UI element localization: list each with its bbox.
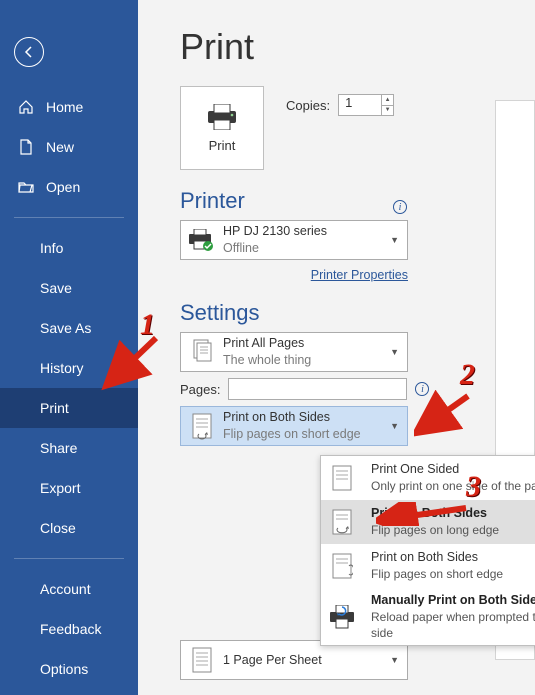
copies-input[interactable]: 1 ▲ ▼ — [338, 94, 394, 116]
nav-label: Feedback — [40, 621, 101, 637]
printer-icon — [205, 104, 239, 130]
duplex-sub: Flip pages on short edge — [223, 426, 361, 443]
document-icon — [18, 139, 34, 155]
nav-save[interactable]: Save — [0, 268, 138, 308]
option-title: Print One Sided — [371, 461, 535, 478]
copies-value: 1 — [345, 95, 352, 110]
nav-label: Info — [40, 240, 63, 256]
print-what-sub: The whole thing — [223, 352, 311, 369]
nav-new[interactable]: New — [0, 127, 138, 167]
spinner-down-icon[interactable]: ▼ — [381, 106, 393, 116]
settings-section-title: Settings — [180, 300, 535, 326]
page-single-icon — [327, 463, 357, 493]
option-sub: Reload paper when prompted to print the … — [371, 609, 535, 641]
nav-label: Export — [40, 480, 80, 496]
printer-manual-icon — [327, 602, 357, 632]
duplex-selector[interactable]: Print on Both Sides Flip pages on short … — [180, 406, 408, 446]
option-title: Print on Both Sides — [371, 549, 503, 566]
nav-print[interactable]: Print — [0, 388, 138, 428]
pages-label: Pages: — [180, 382, 220, 397]
nav-save-as[interactable]: Save As — [0, 308, 138, 348]
printer-info-icon[interactable]: i — [393, 200, 407, 214]
duplex-option-short-edge[interactable]: Print on Both Sides Flip pages on short … — [321, 544, 535, 588]
printer-properties-link[interactable]: Printer Properties — [180, 268, 408, 282]
printer-status: Offline — [223, 240, 327, 257]
home-icon — [18, 99, 34, 115]
back-button[interactable] — [14, 37, 44, 67]
nav-separator — [14, 558, 124, 559]
duplex-option-manual[interactable]: Manually Print on Both Sides Reload pape… — [321, 588, 535, 645]
nav-feedback[interactable]: Feedback — [0, 609, 138, 649]
nav-label: Open — [46, 179, 80, 195]
nav-label: Save — [40, 280, 72, 296]
nav-home[interactable]: Home — [0, 87, 138, 127]
nav-options[interactable]: Options — [0, 649, 138, 689]
nav-info[interactable]: Info — [0, 228, 138, 268]
nav-export[interactable]: Export — [0, 468, 138, 508]
nav-label: Print — [40, 400, 69, 416]
annotation-badge-2: 2 — [460, 358, 475, 392]
duplex-option-one-sided[interactable]: Print One Sided Only print on one side o… — [321, 456, 535, 500]
page-per-sheet-icon — [187, 645, 217, 675]
chevron-down-icon: ▼ — [390, 235, 399, 245]
copies-spinner[interactable]: ▲ ▼ — [381, 95, 393, 115]
option-title: Manually Print on Both Sides — [371, 592, 535, 609]
nav-open[interactable]: Open — [0, 167, 138, 207]
print-what-title: Print All Pages — [223, 335, 311, 352]
nav-close[interactable]: Close — [0, 508, 138, 548]
pages-info-icon[interactable]: i — [415, 382, 429, 396]
folder-open-icon — [18, 179, 34, 195]
printer-status-icon — [187, 225, 217, 255]
pages-stack-icon — [187, 337, 217, 367]
flip-long-edge-icon — [327, 507, 357, 537]
annotation-badge-1: 1 — [140, 308, 155, 342]
page-title: Print — [180, 26, 535, 68]
nav-history[interactable]: History — [0, 348, 138, 388]
option-title: Print on Both Sides — [371, 505, 499, 522]
printer-section-title: Printer — [180, 188, 245, 214]
printer-selector[interactable]: HP DJ 2130 series Offline ▼ — [180, 220, 408, 260]
print-panel: Print Print Copies: 1 ▲ ▼ — [138, 0, 535, 695]
printer-name: HP DJ 2130 series — [223, 223, 327, 240]
chevron-down-icon: ▼ — [390, 655, 399, 665]
annotation-badge-3: 3 — [466, 470, 481, 504]
nav-label: Options — [40, 661, 88, 677]
duplex-icon — [187, 411, 217, 441]
print-what-selector[interactable]: Print All Pages The whole thing ▼ — [180, 332, 408, 372]
back-arrow-icon — [21, 44, 37, 60]
nav-label: Account — [40, 581, 91, 597]
option-sub: Flip pages on short edge — [371, 566, 503, 582]
nav-label: Home — [46, 99, 83, 115]
nav-share[interactable]: Share — [0, 428, 138, 468]
pages-input[interactable] — [228, 378, 407, 400]
flip-short-edge-icon — [327, 551, 357, 581]
nav-account[interactable]: Account — [0, 569, 138, 609]
chevron-down-icon: ▼ — [390, 347, 399, 357]
nav-label: History — [40, 360, 84, 376]
option-sub: Flip pages on long edge — [371, 522, 499, 538]
backstage-sidebar: Home New Open Info Save Save As History … — [0, 0, 138, 695]
duplex-option-long-edge[interactable]: Print on Both Sides Flip pages on long e… — [321, 500, 535, 544]
nav-label: Save As — [40, 320, 91, 336]
duplex-title: Print on Both Sides — [223, 409, 361, 426]
spinner-up-icon[interactable]: ▲ — [381, 95, 393, 106]
nav-label: Close — [40, 520, 76, 536]
print-button-label: Print — [209, 138, 236, 153]
chevron-down-icon: ▼ — [390, 421, 399, 431]
copies-label: Copies: — [286, 98, 330, 113]
option-sub: Only print on one side of the page — [371, 478, 535, 494]
nav-label: Share — [40, 440, 77, 456]
nav-separator — [14, 217, 124, 218]
pages-per-sheet-title: 1 Page Per Sheet — [223, 652, 322, 669]
print-button[interactable]: Print — [180, 86, 264, 170]
nav-label: New — [46, 139, 74, 155]
duplex-dropdown: Print One Sided Only print on one side o… — [320, 455, 535, 646]
